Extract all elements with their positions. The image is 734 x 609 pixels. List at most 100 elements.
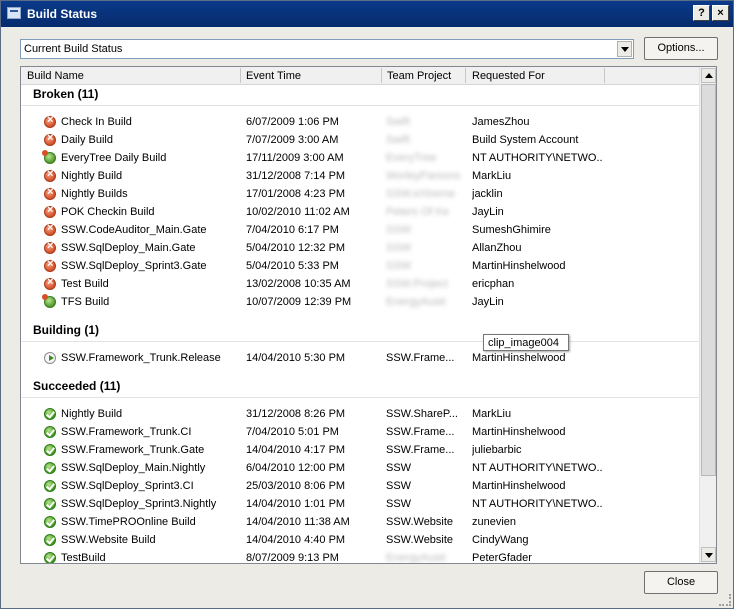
- build-list[interactable]: Build Name Event Time Team Project Reque…: [20, 66, 717, 564]
- image-tooltip: clip_image004: [483, 334, 569, 351]
- build-row[interactable]: SSW.TimePROOnline Build 14/04/2010 11:38 …: [21, 513, 701, 531]
- requested-for-cell: MartinHinshelwood: [472, 260, 566, 272]
- event-time-cell: 25/03/2010 8:06 PM: [246, 480, 346, 492]
- build-row[interactable]: POK Checkin Build 10/02/2010 11:02 AM Pete…: [21, 203, 701, 221]
- team-project-cell: Swift: [386, 116, 410, 128]
- vertical-scrollbar[interactable]: [699, 67, 716, 563]
- column-separator[interactable]: [604, 68, 605, 83]
- requested-for-cell: SumeshGhimire: [472, 224, 551, 236]
- requested-for-cell: CindyWang: [472, 534, 529, 546]
- building-status-icon: [44, 352, 56, 364]
- event-time-cell: 8/07/2009 9:13 PM: [246, 552, 339, 564]
- window-app-icon: [7, 7, 21, 19]
- build-name-cell: SSW.Framework_Trunk.CI: [61, 426, 192, 438]
- options-button[interactable]: Options...: [644, 37, 718, 60]
- build-row[interactable]: SSW.Website Build 14/04/2010 4:40 PM SSW.W…: [21, 531, 701, 549]
- partial-status-icon: [42, 294, 56, 308]
- team-project-cell: SSW: [386, 242, 412, 254]
- window-title: Build Status: [27, 7, 98, 21]
- build-name-cell: SSW.Website Build: [61, 534, 156, 546]
- event-time-cell: 6/07/2009 1:06 PM: [246, 116, 339, 128]
- column-separator[interactable]: [240, 68, 241, 83]
- build-name-cell: Nightly Builds: [61, 188, 128, 200]
- broken-status-icon: [44, 186, 56, 200]
- column-separator[interactable]: [381, 68, 382, 83]
- team-project-cell: SSW: [386, 498, 412, 510]
- requested-for-cell: MarkLiu: [472, 170, 512, 182]
- build-row[interactable]: SSW.SqlDeploy_Sprint3.Nightly 14/04/2010 …: [21, 495, 701, 513]
- team-project-cell: SSW.Frame...: [386, 352, 455, 364]
- scroll-up-button[interactable]: [701, 68, 716, 83]
- build-row[interactable]: SSW.Framework_Trunk.Release 14/04/2010 5:…: [21, 349, 701, 367]
- build-row[interactable]: TFS Build 10/07/2009 12:39 PM EnergyAustr J…: [21, 293, 701, 311]
- requested-for-cell: JamesZhou: [472, 116, 530, 128]
- team-project-cell: SSW.Frame...: [386, 444, 455, 456]
- requested-for-cell: MartinHinshelwood: [472, 426, 566, 438]
- build-row[interactable]: SSW.SqlDeploy_Sprint3.Gate 5/04/2010 5:33…: [21, 257, 701, 275]
- scroll-thumb[interactable]: [701, 84, 716, 476]
- group-header[interactable]: Broken (11): [33, 87, 98, 101]
- build-row[interactable]: SSW.CodeAuditor_Main.Gate 7/04/2010 6:17 …: [21, 221, 701, 239]
- succeeded-status-icon: [44, 426, 56, 438]
- column-separator[interactable]: [465, 68, 466, 83]
- column-header-requested-for[interactable]: Requested For: [472, 70, 545, 82]
- build-row[interactable]: Test Build 13/02/2008 10:35 AM SSW.Project…: [21, 275, 701, 293]
- event-time-cell: 14/04/2010 4:17 PM: [246, 444, 346, 456]
- event-time-cell: 14/04/2010 5:30 PM: [246, 352, 346, 364]
- requested-for-cell: juliebarbic: [472, 444, 522, 456]
- column-header-event-time[interactable]: Event Time: [246, 70, 301, 82]
- team-project-cell: SSW.ShareP...: [386, 408, 458, 420]
- column-header-row: Build Name Event Time Team Project Reque…: [21, 67, 701, 85]
- requested-for-cell: MartinHinshelwood: [472, 480, 566, 492]
- build-row[interactable]: Daily Build 7/07/2009 3:00 AM Swift Build S…: [21, 131, 701, 149]
- event-time-cell: 7/04/2010 6:17 PM: [246, 224, 339, 236]
- build-row[interactable]: TestBuild 8/07/2009 9:13 PM EnergyAustr Pet…: [21, 549, 701, 564]
- window-close-button[interactable]: ×: [712, 5, 729, 21]
- build-row[interactable]: SSW.Framework_Trunk.CI 7/04/2010 5:01 PM S…: [21, 423, 701, 441]
- event-time-cell: 14/04/2010 4:40 PM: [246, 534, 346, 546]
- build-name-cell: SSW.CodeAuditor_Main.Gate: [61, 224, 207, 236]
- group-divider: [21, 397, 701, 398]
- build-name-cell: Daily Build: [61, 134, 113, 146]
- build-filter-select[interactable]: Current Build Status: [20, 39, 634, 59]
- broken-status-icon: [44, 240, 56, 254]
- column-header-team-project[interactable]: Team Project: [387, 70, 451, 82]
- group-header[interactable]: Building (1): [33, 323, 99, 337]
- requested-for-cell: PeterGfader: [472, 552, 532, 564]
- build-name-cell: SSW.Framework_Trunk.Gate: [61, 444, 205, 456]
- requested-for-cell: Build System Account: [472, 134, 579, 146]
- requested-for-cell: ericphan: [472, 278, 515, 290]
- build-name-cell: TestBuild: [61, 552, 106, 564]
- scroll-down-button[interactable]: [701, 547, 716, 562]
- requested-for-cell: JayLin: [472, 296, 504, 308]
- build-row[interactable]: SSW.SqlDeploy_Main.Gate 5/04/2010 12:32 P…: [21, 239, 701, 257]
- build-row[interactable]: Nightly Build 31/12/2008 7:14 PM WorleyPar…: [21, 167, 701, 185]
- event-time-cell: 7/04/2010 5:01 PM: [246, 426, 339, 438]
- team-project-cell: WorleyParsons: [386, 170, 461, 182]
- build-row[interactable]: EveryTree Daily Build 17/11/2009 3:00 AM E…: [21, 149, 701, 167]
- build-name-cell: SSW.Framework_Trunk.Release: [61, 352, 221, 364]
- close-button[interactable]: Close: [644, 571, 718, 594]
- build-row[interactable]: Nightly Build 31/12/2008 8:26 PM SSW.Share…: [21, 405, 701, 423]
- build-row[interactable]: SSW.SqlDeploy_Main.Nightly 6/04/2010 12:0…: [21, 459, 701, 477]
- build-name-cell: Test Build: [61, 278, 109, 290]
- broken-status-icon: [44, 204, 56, 218]
- build-row[interactable]: Check In Build 6/07/2009 1:06 PM Swift Jame…: [21, 113, 701, 131]
- requested-for-cell: MartinHinshelwood: [472, 352, 566, 364]
- build-row[interactable]: SSW.SqlDeploy_Sprint3.CI 25/03/2010 8:06 …: [21, 477, 701, 495]
- group-header[interactable]: Succeeded (11): [33, 379, 120, 393]
- team-project-cell: SSW.Website: [386, 516, 454, 528]
- column-header-build-name[interactable]: Build Name: [27, 70, 84, 82]
- chevron-down-icon[interactable]: [617, 41, 632, 57]
- requested-for-cell: NT AUTHORITY\NETWO...: [472, 498, 602, 510]
- team-project-cell: EnergyAustr: [386, 552, 447, 564]
- build-row[interactable]: Nightly Builds 17/01/2008 4:23 PM SSW.eXtr…: [21, 185, 701, 203]
- team-project-cell: SSW.Project: [386, 278, 448, 290]
- event-time-cell: 13/02/2008 10:35 AM: [246, 278, 351, 290]
- title-bar[interactable]: Build Status ? ×: [1, 1, 733, 27]
- resize-grip-icon[interactable]: [719, 594, 731, 606]
- build-row[interactable]: SSW.Framework_Trunk.Gate 14/04/2010 4:17 …: [21, 441, 701, 459]
- help-button[interactable]: ?: [693, 5, 710, 21]
- event-time-cell: 10/07/2009 12:39 PM: [246, 296, 352, 308]
- event-time-cell: 10/02/2010 11:02 AM: [246, 206, 350, 218]
